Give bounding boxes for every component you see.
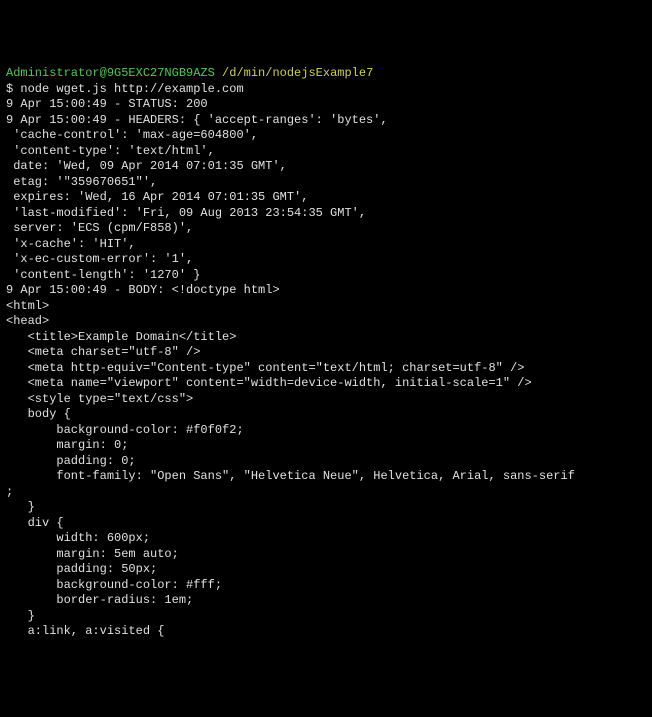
output-line: } <box>6 500 646 516</box>
output-line: 'x-cache': 'HIT', <box>6 237 646 253</box>
output-line: server: 'ECS (cpm/F858)', <box>6 221 646 237</box>
output-line: 'last-modified': 'Fri, 09 Aug 2013 23:54… <box>6 206 646 222</box>
command-line[interactable]: $ node wget.js http://example.com <box>6 82 646 98</box>
output-line: } <box>6 609 646 625</box>
output-line: 'content-type': 'text/html', <box>6 144 646 160</box>
output-line: 9 Apr 15:00:49 - HEADERS: { 'accept-rang… <box>6 113 646 129</box>
output-line: body { <box>6 407 646 423</box>
output-line: 'content-length': '1270' } <box>6 268 646 284</box>
output-line: <head> <box>6 314 646 330</box>
output-line: expires: 'Wed, 16 Apr 2014 07:01:35 GMT'… <box>6 190 646 206</box>
output-line: background-color: #f0f0f2; <box>6 423 646 439</box>
output-line: div { <box>6 516 646 532</box>
output-line: 9 Apr 15:00:49 - STATUS: 200 <box>6 97 646 113</box>
output-line: margin: 0; <box>6 438 646 454</box>
output-line: date: 'Wed, 09 Apr 2014 07:01:35 GMT', <box>6 159 646 175</box>
prompt-user: Administrator@9G5EXC27NGB9AZS <box>6 66 215 80</box>
output-line: <title>Example Domain</title> <box>6 330 646 346</box>
output-line: <meta name="viewport" content="width=dev… <box>6 376 646 392</box>
prompt-line: Administrator@9G5EXC27NGB9AZS /d/min/nod… <box>6 66 646 82</box>
output-line: border-radius: 1em; <box>6 593 646 609</box>
output-line: font-family: "Open Sans", "Helvetica Neu… <box>6 469 646 485</box>
terminal-output: 9 Apr 15:00:49 - STATUS: 2009 Apr 15:00:… <box>6 97 646 640</box>
output-line: padding: 50px; <box>6 562 646 578</box>
output-line: width: 600px; <box>6 531 646 547</box>
output-line: <meta charset="utf-8" /> <box>6 345 646 361</box>
output-line: background-color: #fff; <box>6 578 646 594</box>
output-line: margin: 5em auto; <box>6 547 646 563</box>
prompt-path: /d/min/nodejsExample7 <box>222 66 373 80</box>
output-line: a:link, a:visited { <box>6 624 646 640</box>
output-line: 'cache-control': 'max-age=604800', <box>6 128 646 144</box>
output-line: <meta http-equiv="Content-type" content=… <box>6 361 646 377</box>
prompt-symbol: $ <box>6 82 13 96</box>
output-line: padding: 0; <box>6 454 646 470</box>
output-line: etag: '"359670651"', <box>6 175 646 191</box>
command-text: node wget.js http://example.com <box>20 82 243 96</box>
output-line: 9 Apr 15:00:49 - BODY: <!doctype html> <box>6 283 646 299</box>
output-line: <html> <box>6 299 646 315</box>
output-line: 'x-ec-custom-error': '1', <box>6 252 646 268</box>
output-line: ; <box>6 485 646 501</box>
output-line: <style type="text/css"> <box>6 392 646 408</box>
terminal-window[interactable]: Administrator@9G5EXC27NGB9AZS /d/min/nod… <box>6 66 646 640</box>
